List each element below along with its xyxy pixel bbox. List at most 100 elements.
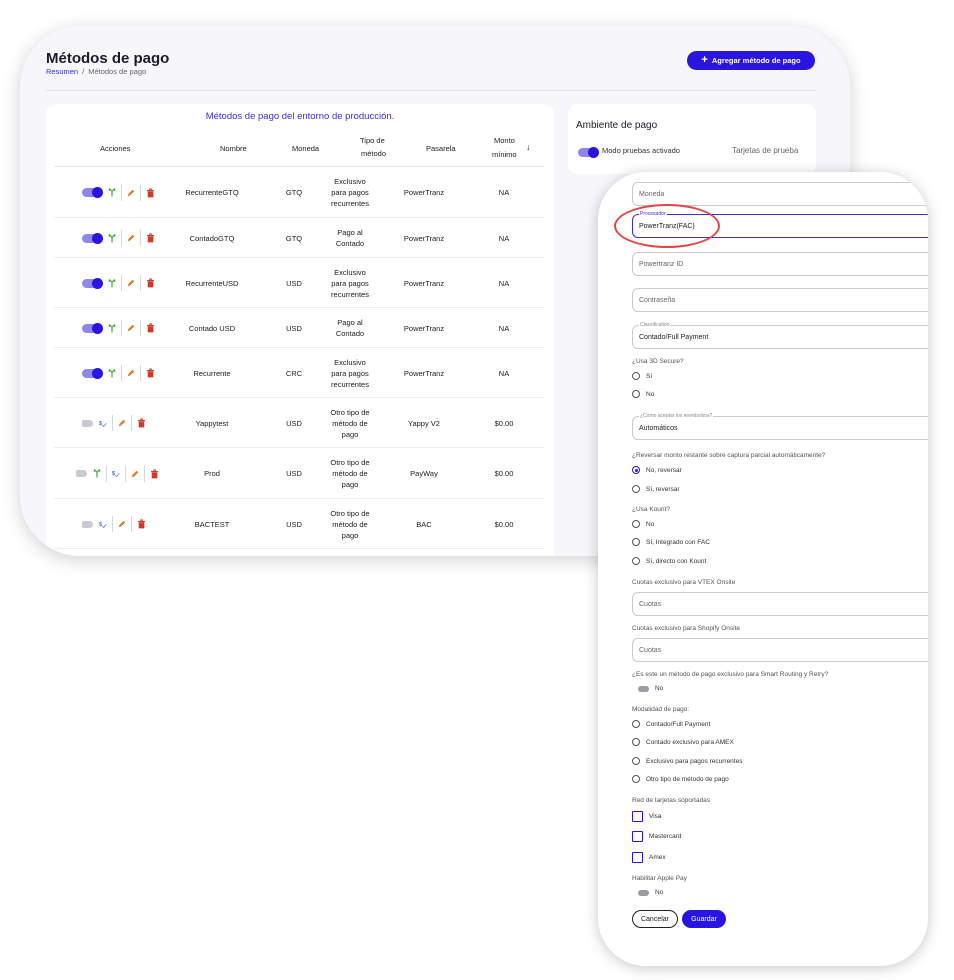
modality-option[interactable]: Exclusivo para pagos recurrentes — [632, 757, 742, 765]
merge-icon[interactable] — [108, 230, 122, 246]
card-amex-checkbox[interactable]: Amex — [632, 852, 666, 863]
cell-gateway: PowerTranz — [403, 278, 445, 288]
merge-icon[interactable] — [108, 320, 122, 336]
row-actions: $ — [82, 415, 156, 431]
trash-icon[interactable] — [137, 415, 151, 431]
currency-placeholder: Moneda — [639, 190, 665, 198]
cell-type-line: Contado — [335, 329, 365, 338]
3ds-question: ¿Usa 3D Secure? — [632, 358, 684, 365]
row-enable-toggle[interactable] — [82, 277, 103, 289]
cell-min: $0.00 — [494, 418, 514, 428]
cell-min: NA — [498, 233, 510, 243]
pencil-icon[interactable] — [127, 365, 141, 381]
kount-direct-option[interactable]: Sí, directo con Kount — [632, 557, 706, 565]
refunds-label: ¿Cómo aceptar los reembolsos? — [639, 413, 714, 419]
merge-icon[interactable] — [108, 365, 122, 381]
arrow-down-icon[interactable]: ↓ — [526, 141, 531, 153]
powertranz-id-field[interactable]: Powertranz ID — [632, 252, 928, 276]
pencil-icon[interactable] — [118, 415, 132, 431]
kount-no-option[interactable]: No — [632, 520, 654, 528]
cancel-button[interactable]: Cancelar — [632, 910, 678, 928]
password-field[interactable]: Contraseña — [632, 288, 928, 312]
refunds-field[interactable]: ¿Cómo aceptar los reembolsos? Automático… — [632, 413, 928, 440]
breadcrumb-home-link[interactable]: Resumen — [46, 67, 78, 76]
kount-fac-option[interactable]: Sí, Integrado con FAC — [632, 538, 710, 546]
apple-pay-label: Habilitar Apple Pay — [632, 875, 687, 882]
pencil-icon[interactable] — [127, 275, 141, 291]
row-enable-toggle[interactable] — [82, 419, 93, 427]
pencil-icon[interactable] — [118, 516, 132, 532]
row-enable-toggle[interactable] — [76, 470, 87, 477]
card-mastercard-checkbox[interactable]: Mastercard — [632, 831, 682, 842]
cell-gateway: PayWay — [410, 469, 438, 478]
pencil-icon[interactable] — [127, 230, 141, 246]
dollar-check-icon[interactable]: $ — [99, 415, 113, 431]
modality-option[interactable]: Contado exclusivo para AMEX — [632, 738, 734, 746]
cell-type-line: Otro tipo de — [330, 508, 370, 518]
save-button[interactable]: Guardar — [682, 910, 726, 928]
merge-icon[interactable] — [108, 184, 122, 201]
trash-icon[interactable] — [146, 320, 160, 336]
row-enable-toggle[interactable] — [82, 367, 103, 379]
test-mode-label: Modo pruebas activado — [602, 146, 680, 155]
dollar-check-icon[interactable]: $ — [99, 516, 113, 532]
row-enable-toggle[interactable] — [82, 232, 103, 244]
cell-type-line: Pago al — [337, 318, 363, 327]
3ds-no-option[interactable]: No — [632, 390, 654, 398]
header-gateway: Pasarela — [426, 144, 456, 153]
test-mode-toggle[interactable] — [578, 147, 599, 158]
trash-icon[interactable] — [146, 275, 160, 291]
classification-value: Contado/Full Payment — [639, 333, 709, 341]
shopify-installments-field[interactable]: Cuotas — [632, 638, 928, 662]
modality-option-label: Contado exclusivo para AMEX — [646, 738, 734, 746]
test-cards-link[interactable]: Tarjetas de prueba — [732, 146, 798, 155]
reverse-no-label: No, reversar — [646, 466, 682, 474]
radio-icon — [632, 775, 640, 783]
row-enable-toggle[interactable] — [82, 322, 103, 334]
3ds-yes-option[interactable]: Sí — [632, 372, 652, 380]
cell-type-line: Exclusivo — [334, 177, 366, 186]
cell-type-line: recurrentes — [331, 289, 369, 299]
card-visa-label: Visa — [649, 813, 662, 820]
toggle-knob — [588, 147, 599, 158]
cell-type-line: Contado — [335, 239, 365, 248]
environment-panel: Ambiente de pago Modo pruebas activado T… — [568, 104, 816, 174]
cell-min: NA — [498, 278, 510, 288]
form-body: Moneda Procesador PowerTranz(FAC) Powert… — [632, 172, 928, 966]
modality-option[interactable]: Contado/Full Payment — [632, 720, 710, 728]
shopify-placeholder: Cuotas — [639, 646, 662, 654]
svg-text:$: $ — [99, 522, 102, 528]
cell-name: RecurrenteGTQ — [185, 188, 239, 197]
trash-icon[interactable] — [137, 516, 151, 532]
vtex-installments-field[interactable]: Cuotas — [632, 592, 928, 616]
powertranz-id-placeholder: Powertranz ID — [639, 260, 684, 268]
apple-pay-toggle[interactable]: No — [638, 889, 663, 896]
modality-option[interactable]: Otro tipo de método de pago — [632, 775, 729, 783]
pencil-icon[interactable] — [127, 184, 141, 201]
merge-icon[interactable] — [93, 465, 107, 482]
row-enable-toggle[interactable] — [82, 520, 93, 528]
pencil-icon[interactable] — [127, 320, 141, 336]
cell-type-line: para pagos — [331, 278, 369, 288]
row-enable-toggle[interactable] — [82, 187, 103, 198]
cell-type: Otro tipo de método de pago — [310, 508, 390, 541]
radio-icon — [632, 520, 640, 528]
smart-routing-toggle[interactable]: No — [638, 685, 663, 692]
smart-routing-value: No — [655, 685, 664, 692]
classification-field[interactable]: Classification Contado/Full Payment — [632, 322, 928, 349]
cell-type: Otro tipo de método de pago — [310, 457, 390, 490]
reverse-no-option[interactable]: No, reversar — [632, 466, 682, 474]
reverse-yes-option[interactable]: Sí, reversar — [632, 485, 680, 493]
dollar-check-icon[interactable]: $ — [112, 465, 126, 482]
trash-icon[interactable] — [146, 365, 160, 381]
trash-icon[interactable] — [146, 230, 160, 246]
add-payment-method-button[interactable]: + Agregar método de pago — [687, 51, 815, 70]
merge-icon[interactable] — [108, 275, 122, 291]
trash-icon[interactable] — [146, 185, 160, 201]
cell-gateway: PowerTranz — [403, 233, 445, 243]
modality-option-label: Contado/Full Payment — [646, 720, 711, 728]
card-visa-checkbox[interactable]: Visa — [632, 811, 662, 822]
cell-name: Yappytest — [195, 418, 229, 428]
currency-field[interactable]: Moneda — [632, 182, 928, 206]
pencil-icon[interactable] — [131, 465, 145, 482]
